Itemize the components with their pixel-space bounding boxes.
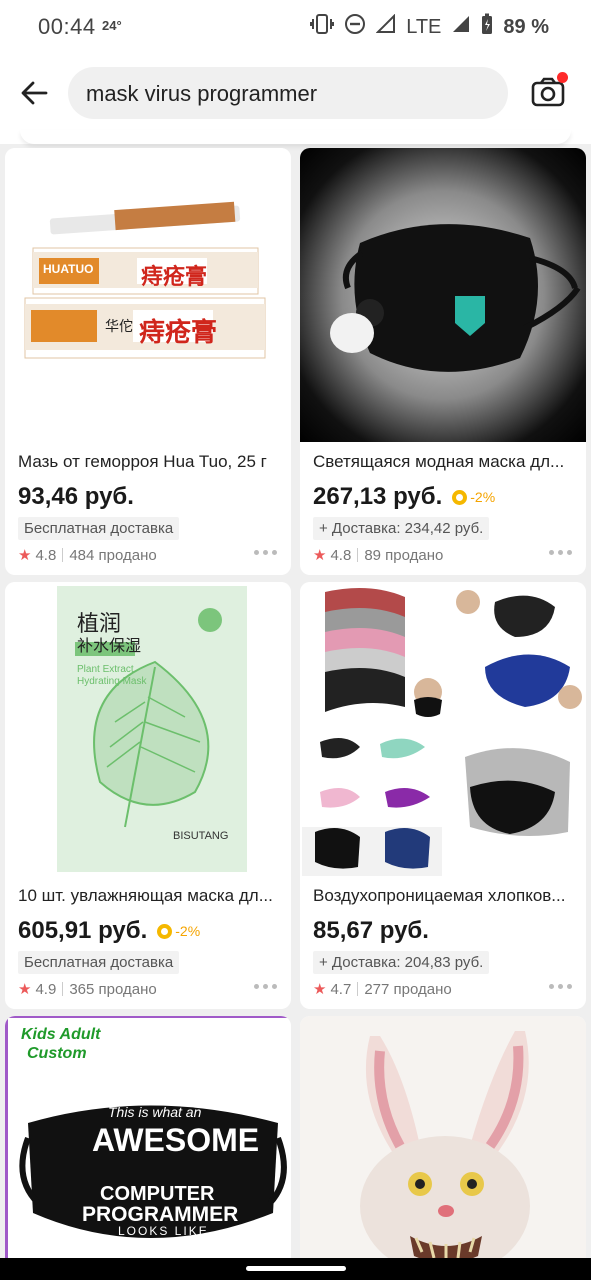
rating-sold: ★ 4.8 89 продано bbox=[313, 546, 444, 565]
ointment-brand-text: HUATUO bbox=[43, 262, 94, 276]
signal-icon bbox=[375, 13, 396, 40]
divider bbox=[357, 982, 359, 996]
status-bar: 00:44 24° LTE 89 % bbox=[0, 0, 591, 52]
rating-value: 4.7 bbox=[330, 980, 352, 998]
ointment-name-text-2: 痔疮膏 bbox=[139, 318, 218, 348]
price-row: 605,91 руб. -2% bbox=[18, 917, 200, 945]
product-image bbox=[300, 1016, 586, 1276]
ointment-hua-tuo-text: 华佗 bbox=[105, 319, 133, 335]
sold-count: 365 продано bbox=[69, 980, 157, 998]
battery-icon bbox=[481, 13, 493, 41]
product-card[interactable] bbox=[300, 1016, 586, 1276]
notification-dot bbox=[557, 72, 568, 83]
search-input[interactable]: mask virus programmer bbox=[68, 67, 508, 119]
star-icon: ★ bbox=[18, 547, 32, 564]
product-image: HUATUO 痔疮膏 华佗 痔疮膏 bbox=[5, 148, 291, 442]
coin-icon bbox=[452, 489, 468, 505]
star-icon: ★ bbox=[313, 547, 327, 564]
mask-print-looks-like: LOOKS LIKE bbox=[118, 1224, 209, 1238]
mask-pack-hydrating: Hydrating Mask bbox=[77, 676, 147, 687]
star-icon: ★ bbox=[313, 981, 327, 998]
rating-value: 4.8 bbox=[35, 546, 57, 564]
kids-adult-label: Kids Adult bbox=[21, 1026, 101, 1043]
product-image: Kids Adult Custom This is what an AWESOM… bbox=[5, 1016, 291, 1276]
product-card[interactable]: HUATUO 痔疮膏 华佗 痔疮膏 Мазь от геморроя Hua T… bbox=[5, 148, 291, 575]
product-title[interactable]: 10 шт. увлажняющая маска дл... bbox=[18, 886, 280, 906]
rating-sold: ★ 4.9 365 продано bbox=[18, 980, 157, 999]
header-shadow bbox=[20, 130, 571, 144]
more-options-icon[interactable] bbox=[549, 984, 572, 989]
product-title[interactable]: Мазь от геморроя Hua Tuo, 25 г bbox=[18, 452, 280, 472]
rating-value: 4.8 bbox=[330, 546, 352, 564]
signal-strength-icon bbox=[451, 14, 471, 40]
home-gesture-handle[interactable] bbox=[246, 1266, 346, 1271]
battery-percent: 89 % bbox=[503, 15, 549, 38]
more-options-icon[interactable] bbox=[549, 550, 572, 555]
dnd-icon bbox=[344, 13, 366, 41]
product-card[interactable]: Светящаяся модная маска дл... 267,13 руб… bbox=[300, 148, 586, 575]
shipping-badge: + Доставка: 234,42 руб. bbox=[313, 517, 490, 540]
mask-pack-plant-extract: Plant Extract bbox=[77, 664, 134, 675]
sold-count: 277 продано bbox=[364, 980, 452, 998]
ointment-name-text: 痔疮膏 bbox=[141, 265, 208, 290]
discount-badge: -2% bbox=[157, 923, 200, 939]
network-type: LTE bbox=[406, 15, 442, 38]
shipping-badge: Бесплатная доставка bbox=[18, 517, 180, 540]
rating-value: 4.9 bbox=[35, 980, 57, 998]
rating-sold: ★ 4.7 277 продано bbox=[313, 980, 452, 999]
product-image bbox=[300, 148, 586, 442]
shipping-badge: + Доставка: 204,83 руб. bbox=[313, 951, 490, 974]
price-row: 93,46 руб. bbox=[18, 483, 134, 511]
mask-pack-brand: BISUTANG bbox=[173, 830, 229, 842]
mask-print-awesome: AWESOME bbox=[92, 1122, 260, 1158]
price-row: 85,67 руб. bbox=[313, 917, 429, 945]
sold-count: 484 продано bbox=[69, 546, 157, 564]
search-header: mask virus programmer bbox=[0, 52, 591, 144]
vibrate-icon bbox=[310, 13, 335, 41]
coin-icon bbox=[157, 923, 173, 939]
product-card[interactable]: Воздухопроницаемая хлопков... 85,67 руб.… bbox=[300, 582, 586, 1009]
discount-value: -2% bbox=[470, 489, 496, 505]
more-options-icon[interactable] bbox=[254, 550, 277, 555]
product-price: 93,46 руб. bbox=[18, 483, 134, 510]
star-icon: ★ bbox=[18, 981, 32, 998]
more-options-icon[interactable] bbox=[254, 984, 277, 989]
sold-count: 89 продано bbox=[364, 546, 444, 564]
mask-print-line1: This is what an bbox=[108, 1104, 202, 1120]
product-price: 85,67 руб. bbox=[313, 917, 429, 944]
search-query-text: mask virus programmer bbox=[86, 81, 318, 106]
shipping-badge: Бесплатная доставка bbox=[18, 951, 180, 974]
status-temperature: 24° bbox=[102, 18, 122, 33]
custom-label: Custom bbox=[27, 1045, 87, 1062]
mask-pack-subtitle-cn: 补水保湿 bbox=[77, 636, 142, 655]
product-title[interactable]: Воздухопроницаемая хлопков... bbox=[313, 886, 575, 906]
status-time: 00:44 bbox=[38, 14, 96, 39]
back-arrow-icon[interactable] bbox=[18, 76, 52, 110]
rating-sold: ★ 4.8 484 продано bbox=[18, 546, 157, 565]
product-title[interactable]: Светящаяся модная маска дл... bbox=[313, 452, 575, 472]
product-card[interactable]: 植润 补水保湿 Plant Extract Hydrating Mask BIS… bbox=[5, 582, 291, 1009]
product-card[interactable]: Kids Adult Custom This is what an AWESOM… bbox=[5, 1016, 291, 1276]
divider bbox=[62, 982, 64, 996]
divider bbox=[357, 548, 359, 562]
product-image bbox=[300, 582, 586, 876]
discount-value: -2% bbox=[175, 923, 201, 939]
price-row: 267,13 руб. -2% bbox=[313, 483, 495, 511]
product-price: 605,91 руб. bbox=[18, 917, 148, 944]
divider bbox=[62, 548, 64, 562]
status-icons: LTE 89 % bbox=[310, 13, 549, 41]
discount-badge: -2% bbox=[452, 489, 495, 505]
product-image: 植润 补水保湿 Plant Extract Hydrating Mask BIS… bbox=[5, 582, 291, 876]
product-price: 267,13 руб. bbox=[313, 483, 443, 510]
